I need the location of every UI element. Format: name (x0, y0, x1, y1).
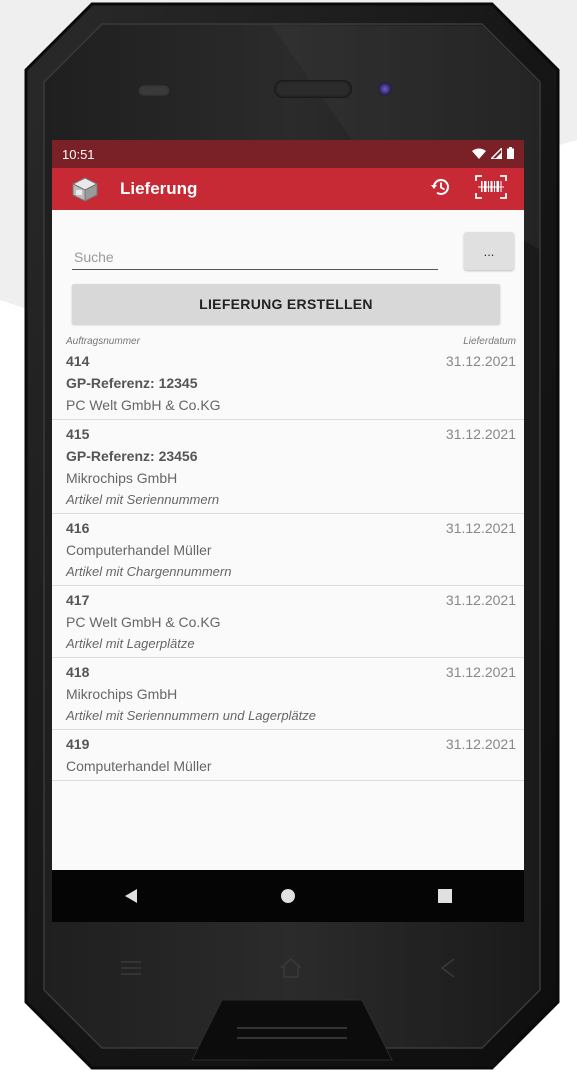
menu-key-icon[interactable] (120, 960, 142, 981)
item-note: Artikel mit Seriennummern (66, 492, 220, 507)
earpiece (274, 80, 352, 98)
order-number: 415 (66, 426, 90, 442)
company-name: PC Welt GmbH & Co.KG (66, 397, 221, 413)
delivery-date: 31.12.2021 (445, 353, 516, 369)
home-icon[interactable] (268, 876, 308, 916)
order-number: 418 (66, 664, 90, 680)
delivery-date: 31.12.2021 (445, 592, 516, 608)
status-time: 10:51 (62, 146, 95, 162)
app-bar: Lieferung (52, 168, 524, 210)
order-number: 414 (66, 353, 90, 369)
item-note: Artikel mit Seriennummern und Lagerplätz… (66, 708, 317, 723)
delivery-date: 31.12.2021 (445, 736, 516, 752)
system-nav-bar (52, 870, 524, 922)
app-screen: 10:51 Lieferung Suche ... LIEFERUNG ERST… (52, 140, 524, 922)
list-header: Auftragsnummer Lieferdatum (52, 324, 524, 347)
order-number: 416 (66, 520, 90, 536)
item-note: Artikel mit Chargennummern (66, 564, 232, 579)
back-key-icon[interactable] (440, 957, 456, 984)
delivery-date: 31.12.2021 (445, 426, 516, 442)
company-name: Computerhandel Müller (66, 542, 212, 558)
search-input[interactable] (72, 245, 438, 270)
signal-icon (489, 145, 503, 162)
order-number: 417 (66, 592, 90, 608)
hardware-keys (52, 950, 524, 990)
front-speaker (137, 84, 171, 97)
list-item[interactable]: 416 31.12.2021 Computerhandel Müller Arti… (52, 514, 524, 586)
search-row: ... (52, 210, 524, 270)
status-icons (472, 145, 514, 162)
front-camera (378, 82, 392, 96)
list-item[interactable]: 418 31.12.2021 Mikrochips GmbH Artikel mi… (52, 658, 524, 730)
more-options-button[interactable]: ... (464, 232, 514, 270)
list-item[interactable]: 417 31.12.2021 PC Welt GmbH & Co.KG Artik… (52, 586, 524, 658)
company-name: PC Welt GmbH & Co.KG (66, 614, 221, 630)
list-item[interactable]: 414 31.12.2021 GP-Referenz: 12345 PC Welt… (52, 347, 524, 420)
list-item[interactable]: 415 31.12.2021 GP-Referenz: 23456 Mikroch… (52, 420, 524, 514)
gp-reference: GP-Referenz: 12345 (66, 375, 198, 391)
status-bar: 10:51 (52, 140, 524, 168)
battery-icon (507, 146, 514, 162)
delivery-date: 31.12.2021 (445, 520, 516, 536)
history-icon[interactable] (430, 176, 452, 203)
delivery-date: 31.12.2021 (445, 664, 516, 680)
page-title: Lieferung (120, 179, 198, 198)
order-number: 419 (66, 736, 90, 752)
list-item[interactable]: 419 31.12.2021 Computerhandel Müller (52, 730, 524, 781)
company-name: Mikrochips GmbH (66, 470, 178, 486)
company-name: Mikrochips GmbH (66, 686, 178, 702)
company-name: Computerhandel Müller (66, 758, 212, 774)
recents-icon[interactable] (425, 876, 465, 916)
item-note: Artikel mit Lagerplätze (66, 636, 195, 651)
delivery-list-view: ... LIEFERUNG ERSTELLEN Auftragsnummer L… (52, 210, 524, 872)
barcode-scan-icon[interactable] (474, 174, 508, 205)
home-key-icon[interactable] (279, 957, 303, 984)
back-icon[interactable] (111, 876, 151, 916)
order-number-header: Auftragsnummer (66, 336, 140, 347)
create-delivery-button[interactable]: LIEFERUNG ERSTELLEN (72, 284, 500, 324)
delivery-list: 414 31.12.2021 GP-Referenz: 12345 PC Welt… (52, 347, 524, 877)
wifi-icon (472, 147, 486, 162)
box-logo-icon[interactable] (70, 174, 100, 204)
gp-reference: GP-Referenz: 23456 (66, 448, 198, 464)
delivery-date-header: Lieferdatum (463, 336, 516, 347)
